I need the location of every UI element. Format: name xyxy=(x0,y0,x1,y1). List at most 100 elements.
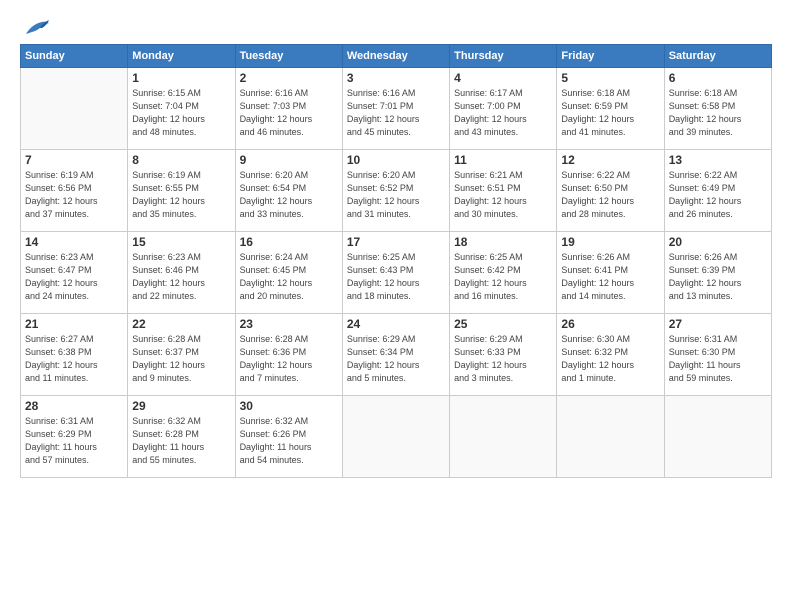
day-info: Sunrise: 6:20 AMSunset: 6:54 PMDaylight:… xyxy=(240,169,338,221)
day-number: 17 xyxy=(347,235,445,249)
day-info: Sunrise: 6:17 AMSunset: 7:00 PMDaylight:… xyxy=(454,87,552,139)
calendar-week-row: 21Sunrise: 6:27 AMSunset: 6:38 PMDayligh… xyxy=(21,314,772,396)
day-number: 16 xyxy=(240,235,338,249)
day-number: 25 xyxy=(454,317,552,331)
table-row: 12 Sunrise: 6:22 AMSunset: 6:50 PMDayligh… xyxy=(557,150,664,232)
table-row: 13 Sunrise: 6:22 AMSunset: 6:49 PMDayligh… xyxy=(664,150,771,232)
day-number: 6 xyxy=(669,71,767,85)
calendar-week-row: 1Sunrise: 6:15 AMSunset: 7:04 PMDaylight… xyxy=(21,68,772,150)
col-friday: Friday xyxy=(557,45,664,68)
table-row: 14 Sunrise: 6:23 AMSunset: 6:47 PMDayligh… xyxy=(21,232,128,314)
day-info: Sunrise: 6:28 AMSunset: 6:37 PMDaylight:… xyxy=(132,333,230,385)
table-row: 19 Sunrise: 6:26 AMSunset: 6:41 PMDayligh… xyxy=(557,232,664,314)
day-number: 12 xyxy=(561,153,659,167)
table-row: 22 Sunrise: 6:28 AMSunset: 6:37 PMDayligh… xyxy=(128,314,235,396)
logo xyxy=(20,16,50,34)
col-monday: Monday xyxy=(128,45,235,68)
day-number: 28 xyxy=(25,399,123,413)
day-info: Sunrise: 6:26 AMSunset: 6:39 PMDaylight:… xyxy=(669,251,767,303)
day-number: 18 xyxy=(454,235,552,249)
day-info: Sunrise: 6:25 AMSunset: 6:42 PMDaylight:… xyxy=(454,251,552,303)
table-row: 8 Sunrise: 6:19 AMSunset: 6:55 PMDaylight… xyxy=(128,150,235,232)
table-row: 29 Sunrise: 6:32 AMSunset: 6:28 PMDayligh… xyxy=(128,396,235,478)
table-row xyxy=(664,396,771,478)
table-row: 5 Sunrise: 6:18 AMSunset: 6:59 PMDaylight… xyxy=(557,68,664,150)
day-info: Sunrise: 6:32 AMSunset: 6:28 PMDaylight:… xyxy=(132,415,230,467)
day-number: 1 xyxy=(132,71,230,85)
table-row: 4 Sunrise: 6:17 AMSunset: 7:00 PMDaylight… xyxy=(450,68,557,150)
table-row: 27 Sunrise: 6:31 AMSunset: 6:30 PMDayligh… xyxy=(664,314,771,396)
calendar-week-row: 28 Sunrise: 6:31 AMSunset: 6:29 PMDayligh… xyxy=(21,396,772,478)
table-row: 21Sunrise: 6:27 AMSunset: 6:38 PMDayligh… xyxy=(21,314,128,396)
day-info: Sunrise: 6:31 AMSunset: 6:30 PMDaylight:… xyxy=(669,333,767,385)
day-number: 8 xyxy=(132,153,230,167)
day-info: Sunrise: 6:29 AMSunset: 6:33 PMDaylight:… xyxy=(454,333,552,385)
day-number: 13 xyxy=(669,153,767,167)
table-row: 24Sunrise: 6:29 AMSunset: 6:34 PMDayligh… xyxy=(342,314,449,396)
day-info: Sunrise: 6:20 AMSunset: 6:52 PMDaylight:… xyxy=(347,169,445,221)
calendar-table: Sunday Monday Tuesday Wednesday Thursday… xyxy=(20,44,772,478)
day-info: Sunrise: 6:16 AMSunset: 7:03 PMDaylight:… xyxy=(240,87,338,139)
day-info: Sunrise: 6:22 AMSunset: 6:50 PMDaylight:… xyxy=(561,169,659,221)
table-row: 17 Sunrise: 6:25 AMSunset: 6:43 PMDayligh… xyxy=(342,232,449,314)
day-number: 7 xyxy=(25,153,123,167)
day-number: 4 xyxy=(454,71,552,85)
day-info: Sunrise: 6:22 AMSunset: 6:49 PMDaylight:… xyxy=(669,169,767,221)
day-number: 21 xyxy=(25,317,123,331)
day-info: Sunrise: 6:21 AMSunset: 6:51 PMDaylight:… xyxy=(454,169,552,221)
day-number: 29 xyxy=(132,399,230,413)
col-wednesday: Wednesday xyxy=(342,45,449,68)
table-row xyxy=(450,396,557,478)
col-tuesday: Tuesday xyxy=(235,45,342,68)
day-info: Sunrise: 6:31 AMSunset: 6:29 PMDaylight:… xyxy=(25,415,123,467)
logo-bird-icon xyxy=(22,16,50,38)
table-row: 30 Sunrise: 6:32 AMSunset: 6:26 PMDayligh… xyxy=(235,396,342,478)
day-info: Sunrise: 6:18 AMSunset: 6:58 PMDaylight:… xyxy=(669,87,767,139)
page: Sunday Monday Tuesday Wednesday Thursday… xyxy=(0,0,792,612)
day-number: 24 xyxy=(347,317,445,331)
calendar-week-row: 14 Sunrise: 6:23 AMSunset: 6:47 PMDayligh… xyxy=(21,232,772,314)
table-row: 3 Sunrise: 6:16 AMSunset: 7:01 PMDaylight… xyxy=(342,68,449,150)
day-number: 19 xyxy=(561,235,659,249)
day-number: 11 xyxy=(454,153,552,167)
day-number: 22 xyxy=(132,317,230,331)
table-row: 7Sunrise: 6:19 AMSunset: 6:56 PMDaylight… xyxy=(21,150,128,232)
table-row: 9Sunrise: 6:20 AMSunset: 6:54 PMDaylight… xyxy=(235,150,342,232)
day-info: Sunrise: 6:19 AMSunset: 6:55 PMDaylight:… xyxy=(132,169,230,221)
day-info: Sunrise: 6:16 AMSunset: 7:01 PMDaylight:… xyxy=(347,87,445,139)
day-info: Sunrise: 6:23 AMSunset: 6:47 PMDaylight:… xyxy=(25,251,123,303)
table-row: 16Sunrise: 6:24 AMSunset: 6:45 PMDayligh… xyxy=(235,232,342,314)
table-row: 1Sunrise: 6:15 AMSunset: 7:04 PMDaylight… xyxy=(128,68,235,150)
calendar-header-row: Sunday Monday Tuesday Wednesday Thursday… xyxy=(21,45,772,68)
day-info: Sunrise: 6:30 AMSunset: 6:32 PMDaylight:… xyxy=(561,333,659,385)
day-number: 2 xyxy=(240,71,338,85)
day-number: 27 xyxy=(669,317,767,331)
day-info: Sunrise: 6:32 AMSunset: 6:26 PMDaylight:… xyxy=(240,415,338,467)
calendar-week-row: 7Sunrise: 6:19 AMSunset: 6:56 PMDaylight… xyxy=(21,150,772,232)
header xyxy=(20,16,772,34)
day-number: 30 xyxy=(240,399,338,413)
table-row: 15Sunrise: 6:23 AMSunset: 6:46 PMDayligh… xyxy=(128,232,235,314)
table-row: 25 Sunrise: 6:29 AMSunset: 6:33 PMDayligh… xyxy=(450,314,557,396)
day-number: 10 xyxy=(347,153,445,167)
table-row: 2 Sunrise: 6:16 AMSunset: 7:03 PMDaylight… xyxy=(235,68,342,150)
col-sunday: Sunday xyxy=(21,45,128,68)
day-number: 3 xyxy=(347,71,445,85)
table-row: 18 Sunrise: 6:25 AMSunset: 6:42 PMDayligh… xyxy=(450,232,557,314)
col-thursday: Thursday xyxy=(450,45,557,68)
day-info: Sunrise: 6:26 AMSunset: 6:41 PMDaylight:… xyxy=(561,251,659,303)
day-number: 23 xyxy=(240,317,338,331)
day-number: 14 xyxy=(25,235,123,249)
table-row: 23Sunrise: 6:28 AMSunset: 6:36 PMDayligh… xyxy=(235,314,342,396)
table-row xyxy=(21,68,128,150)
col-saturday: Saturday xyxy=(664,45,771,68)
table-row: 26 Sunrise: 6:30 AMSunset: 6:32 PMDayligh… xyxy=(557,314,664,396)
table-row: 10 Sunrise: 6:20 AMSunset: 6:52 PMDayligh… xyxy=(342,150,449,232)
day-number: 20 xyxy=(669,235,767,249)
day-number: 26 xyxy=(561,317,659,331)
table-row: 20 Sunrise: 6:26 AMSunset: 6:39 PMDayligh… xyxy=(664,232,771,314)
day-info: Sunrise: 6:18 AMSunset: 6:59 PMDaylight:… xyxy=(561,87,659,139)
table-row xyxy=(557,396,664,478)
day-number: 5 xyxy=(561,71,659,85)
day-info: Sunrise: 6:25 AMSunset: 6:43 PMDaylight:… xyxy=(347,251,445,303)
